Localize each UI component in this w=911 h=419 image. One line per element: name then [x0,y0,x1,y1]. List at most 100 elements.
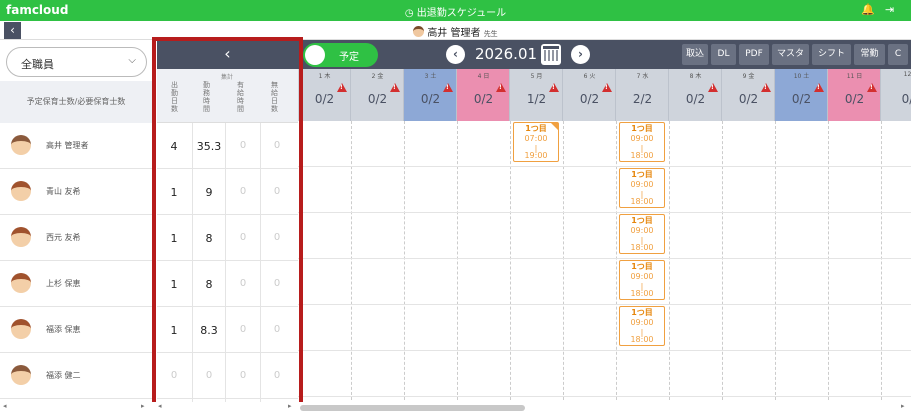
day-column-header[interactable]: 9 金 0/2 ! [722,69,775,121]
app-bar: famcloud ◷ 出退勤スケジュール 🔔 ⇥ [0,0,911,21]
day-column-header[interactable]: 7 水 2/2 [616,69,669,121]
day-column-header[interactable]: 10 土 0/2 ! [775,69,828,121]
shift-type: 1つ目 [631,216,653,225]
shift-block[interactable]: 1つ目 09:00 | 18:00 [619,306,665,346]
staff-row[interactable]: 西元 友希 [0,215,152,261]
staff-count: 0/2 [367,92,388,106]
logout-icon[interactable]: ⇥ [885,3,894,16]
scroll-thumb[interactable] [300,405,525,411]
day-label: 4 日 [477,73,490,80]
shift-type: 1つ目 [631,124,653,133]
toolbar-button[interactable]: 常勤 [854,44,885,65]
scroll-left-icon[interactable]: ◂ [3,402,7,410]
shift-start: 07:00 [524,134,548,143]
unpaid-days-value: 0 [273,370,281,381]
col-unpaid-days: 無給日数 [271,81,278,113]
day-column-header[interactable]: 5 月 1/2 ! [510,69,563,121]
staff-row[interactable]: 上杉 保恵 [0,261,152,307]
grid-column-line [828,121,829,410]
day-column-header[interactable]: 4 日 0/2 ! [457,69,510,121]
toolbar-button[interactable]: シフト [812,44,851,65]
staff-row[interactable]: 福添 健二 [0,353,152,399]
toolbar-button[interactable]: 取込 [682,44,708,65]
work-hours-value: 9 [205,186,213,199]
calendar-icon[interactable] [541,44,561,65]
shift-start: 09:00 [630,272,654,281]
warning-icon: ! [814,83,824,92]
shift-block[interactable]: 1つ目 09:00 | 18:00 [619,122,665,162]
day-column-header[interactable]: 8 木 0/2 ! [669,69,722,121]
scroll-left-icon[interactable]: ◂ [158,402,162,410]
toolbar-button[interactable]: マスタ [772,44,809,65]
staff-row[interactable]: 福添 保恵 [0,307,152,353]
staff-filter-value: 全職員 [21,58,54,71]
stats-column-header: 集計 出勤日数 勤務時間 有給時間 無給日数 [157,69,298,123]
stats-group-label: 集計 [220,74,233,81]
warning-icon: ! [443,83,453,92]
day-column-header[interactable]: 1 木 0/2 ! [298,69,351,121]
horizontal-scrollbar[interactable]: ◂ ▸ ◂ ▸ ▸ [0,402,911,419]
col-work-days: 出勤日数 [171,81,178,113]
prev-month-button[interactable]: ‹ [446,45,465,64]
day-label: 7 水 [636,73,649,80]
staff-name: 福添 健二 [46,371,81,380]
staff-name: 青山 友希 [46,187,81,196]
bell-icon[interactable]: 🔔 [861,3,875,16]
staff-row[interactable]: 青山 友希 [0,169,152,215]
collapse-stats-button[interactable]: ‹ [157,40,298,69]
day-label: 3 土 [424,73,437,80]
scroll-right-icon[interactable]: ▸ [288,402,292,410]
shift-type: 1つ目 [631,170,653,179]
shift-type: 1つ目 [631,308,653,317]
day-column-header[interactable]: 11 日 0/2 ! [828,69,881,121]
grid-column-line [722,121,723,410]
grid-column-line [563,121,564,410]
shift-block[interactable]: 1つ目 07:00 | 19:00 [513,122,559,162]
user-name: 高井 管理者 [427,28,481,39]
stats-row: 1 8 0 0 [157,215,298,261]
col-paid-hours: 有給時間 [237,81,244,113]
current-month: 2026.01 [475,45,538,63]
staff-row[interactable]: 高井 管理者 [0,123,152,169]
grid-column-line [404,121,405,410]
user-bar: ‹ 高井 管理者 先生 [0,21,911,40]
shift-block[interactable]: 1つ目 09:00 | 18:00 [619,260,665,300]
shift-start: 09:00 [630,318,654,327]
scroll-right-icon[interactable]: ▸ [141,402,145,410]
unpaid-days-value: 0 [273,324,281,335]
day-label: 6 火 [583,73,596,80]
schedule-grid: 1つ目 07:00 | 19:00 1つ目 09:00 | 18:00 1つ目 … [298,121,911,410]
scroll-right-icon[interactable]: ▸ [901,402,905,410]
staff-count: 1/2 [526,92,547,106]
toolbar-button[interactable]: C [888,44,908,65]
staff-avatar-icon [11,319,31,339]
shift-start: 09:00 [630,180,654,189]
work-days-value: 1 [170,278,178,291]
day-label: 10 土 [793,73,810,80]
unpaid-days-value: 0 [273,140,281,151]
paid-hours-value: 0 [239,186,247,197]
staff-avatar-icon [11,365,31,385]
staff-filter-select[interactable]: 全職員 ⌵ [6,47,147,77]
shift-end: 18:00 [630,197,654,206]
grid-column-line [616,121,617,410]
toolbar-button[interactable]: DL [711,44,736,65]
day-column-header[interactable]: 2 金 0/2 ! [351,69,404,121]
shift-block[interactable]: 1つ目 09:00 | 18:00 [619,214,665,254]
shift-block[interactable]: 1つ目 09:00 | 18:00 [619,168,665,208]
day-column-header[interactable]: 12 0/ [881,69,911,121]
day-column-header[interactable]: 6 火 0/2 ! [563,69,616,121]
toolbar-button[interactable]: PDF [739,44,769,65]
stats-row: 1 8.3 0 0 [157,307,298,353]
staff-count: 0/2 [791,92,812,106]
shift-end: 18:00 [630,243,654,252]
stats-row: 1 8 0 0 [157,261,298,307]
next-month-button[interactable]: › [571,45,590,64]
day-column-header[interactable]: 3 土 0/2 ! [404,69,457,121]
toggle-knob [305,45,325,65]
staff-avatar-icon [11,227,31,247]
user-avatar-icon [413,26,425,37]
plan-toggle[interactable]: 予定 [303,43,378,67]
paid-hours-value: 0 [239,370,247,381]
stats-row: 0 0 0 0 [157,353,298,399]
